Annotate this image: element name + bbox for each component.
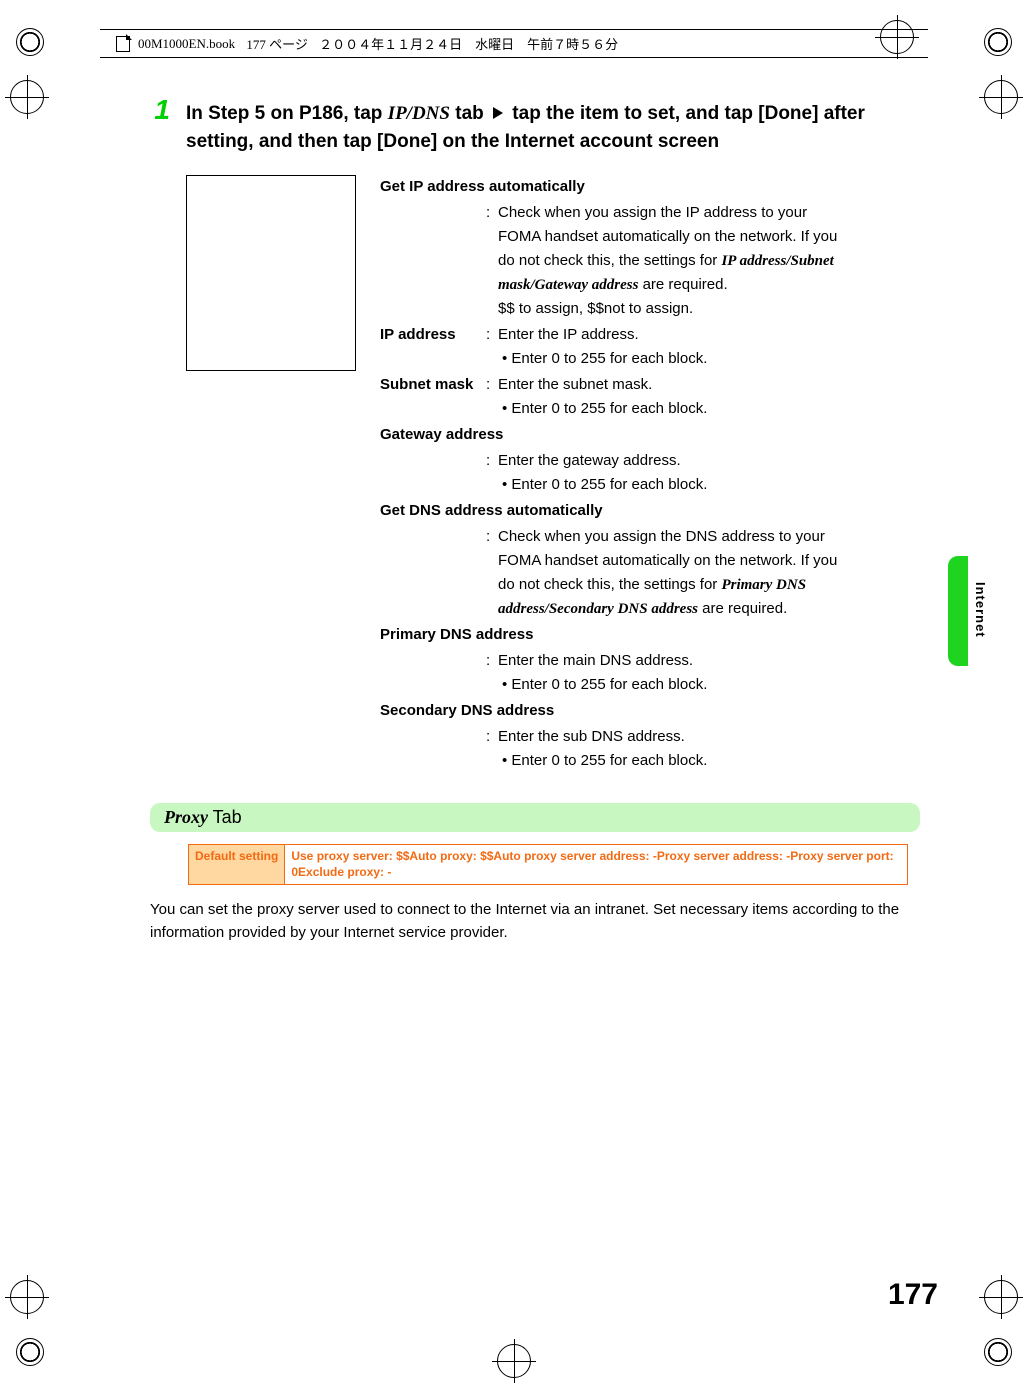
def-term: Secondary DNS address bbox=[380, 699, 554, 723]
crop-circle-tr bbox=[984, 28, 1012, 56]
step-text-part: In Step 5 on P186, tap bbox=[186, 103, 388, 124]
def-term: Get DNS address automatically bbox=[380, 499, 603, 523]
doc-header: 00M1000EN.book 177 ページ ２００４年１１月２４日 水曜日 午… bbox=[100, 29, 928, 58]
def-colon: : bbox=[486, 201, 498, 225]
header-filename: 00M1000EN.book bbox=[138, 36, 235, 52]
def-term: Gateway address bbox=[380, 423, 503, 447]
def-colon: : bbox=[486, 323, 498, 347]
step-text-italic: IP/DNS bbox=[388, 103, 450, 124]
crop-circle-bl bbox=[16, 1338, 44, 1366]
def-desc: Check when you assign the DNS address to… bbox=[498, 525, 838, 621]
header-page: 177 ページ bbox=[246, 34, 308, 53]
def-desc: Enter the subnet mask.• Enter 0 to 255 f… bbox=[498, 373, 838, 421]
side-tab-label: Internet bbox=[973, 582, 988, 638]
def-term: Subnet mask bbox=[380, 373, 486, 397]
def-desc: Enter the main DNS address.• Enter 0 to … bbox=[498, 649, 838, 697]
step-number: 1 bbox=[150, 94, 170, 126]
def-colon: : bbox=[486, 525, 498, 549]
def-colon: : bbox=[486, 373, 498, 397]
default-setting-table: Default setting Use proxy server: $$Auto… bbox=[188, 844, 908, 885]
page-number: 177 bbox=[888, 1278, 938, 1312]
def-term: Primary DNS address bbox=[380, 623, 533, 647]
definition-list: Get IP address automatically :Check when… bbox=[380, 175, 920, 775]
def-desc: Enter the gateway address.• Enter 0 to 2… bbox=[498, 449, 838, 497]
heading-rest: Tab bbox=[208, 807, 242, 827]
def-desc: Enter the IP address.• Enter 0 to 255 fo… bbox=[498, 323, 838, 371]
def-desc: Check when you assign the IP address to … bbox=[498, 201, 838, 321]
side-tab bbox=[948, 556, 968, 666]
crop-circle-tl bbox=[16, 28, 44, 56]
def-colon: : bbox=[486, 725, 498, 749]
step-text-part: tab bbox=[450, 103, 489, 124]
step-instruction: In Step 5 on P186, tap IP/DNS tab tap th… bbox=[186, 100, 920, 155]
proxy-description: You can set the proxy server used to con… bbox=[150, 899, 920, 944]
registration-mark bbox=[984, 1280, 1018, 1314]
def-term: Get IP address automatically bbox=[380, 175, 585, 199]
default-setting-label: Default setting bbox=[189, 845, 285, 884]
registration-mark bbox=[497, 1344, 531, 1378]
registration-mark bbox=[984, 80, 1018, 114]
book-icon bbox=[116, 36, 130, 52]
screenshot-placeholder bbox=[186, 175, 356, 371]
def-term: IP address bbox=[380, 323, 486, 347]
def-colon: : bbox=[486, 649, 498, 673]
registration-mark bbox=[10, 1280, 44, 1314]
section-heading-proxy: Proxy Tab bbox=[150, 803, 920, 832]
header-date: ２００４年１１月２４日 水曜日 午前７時５６分 bbox=[319, 34, 618, 53]
crop-circle-br bbox=[984, 1338, 1012, 1366]
def-desc: Enter the sub DNS address.• Enter 0 to 2… bbox=[498, 725, 838, 773]
default-setting-value: Use proxy server: $$Auto proxy: $$Auto p… bbox=[285, 845, 907, 884]
registration-mark bbox=[10, 80, 44, 114]
triangle-arrow-icon bbox=[493, 107, 503, 119]
def-colon: : bbox=[486, 449, 498, 473]
heading-italic: Proxy bbox=[164, 807, 208, 827]
